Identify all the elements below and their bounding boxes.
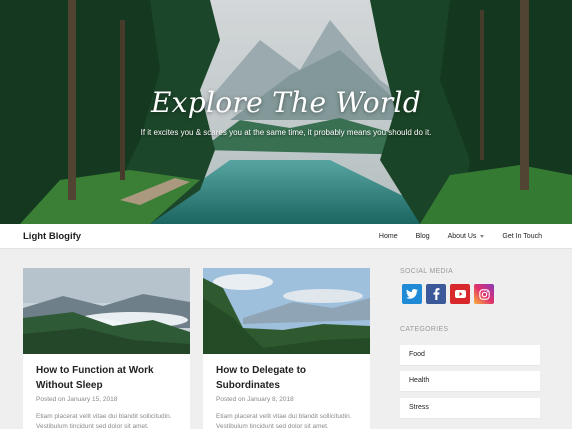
category-item-stress[interactable]: Stress xyxy=(400,398,540,418)
categories-heading: CATEGORIES xyxy=(400,326,449,333)
hero-title: Explore The World xyxy=(150,86,422,119)
post-title[interactable]: How to Function at Work Without Sleep xyxy=(36,363,181,393)
post-card[interactable]: How to Delegate to Subordinates Posted o… xyxy=(203,268,370,429)
post-date: Posted on January 8, 2018 xyxy=(216,396,294,403)
nav-item-label: Get In Touch xyxy=(502,233,542,240)
post-excerpt: Etiam placerat velit vitae dui blandit s… xyxy=(36,413,172,429)
post-date: Posted on January 15, 2018 xyxy=(36,396,118,403)
mountain-photo xyxy=(23,268,190,354)
chevron-down-icon xyxy=(480,235,485,238)
youtube-icon[interactable] xyxy=(450,284,470,304)
instagram-icon[interactable] xyxy=(474,284,494,304)
nav-item-label: Blog xyxy=(415,233,430,240)
forest-valley-photo xyxy=(203,268,370,354)
hero-banner: Explore The World If it excites you & sc… xyxy=(0,0,572,224)
nav-item-label: Home xyxy=(378,233,398,240)
site-brand[interactable]: Light Blogify xyxy=(23,231,81,242)
social-links xyxy=(402,284,494,304)
post-excerpt: Etiam placerat velit vitae dui blandit s… xyxy=(216,413,352,429)
post-thumbnail[interactable] xyxy=(23,268,190,354)
post-title[interactable]: How to Delegate to Subordinates xyxy=(216,363,361,393)
nav-item-label: About Us xyxy=(447,233,477,240)
nav-item-home[interactable]: Home xyxy=(379,233,398,240)
facebook-icon[interactable] xyxy=(426,284,446,304)
hero-subtitle: If it excites you & scares you at the sa… xyxy=(140,128,432,137)
main-menu: Home Blog About Us Get In Touch xyxy=(361,233,542,240)
post-card[interactable]: How to Function at Work Without Sleep Po… xyxy=(23,268,190,429)
nav-item-get-in-touch[interactable]: Get In Touch xyxy=(502,233,542,240)
nav-item-about-us[interactable]: About Us xyxy=(448,233,485,240)
category-item-health[interactable]: Health xyxy=(400,371,540,391)
twitter-icon[interactable] xyxy=(402,284,422,304)
main-navbar: Light Blogify Home Blog About Us Get In … xyxy=(0,224,572,249)
post-thumbnail[interactable] xyxy=(203,268,370,354)
category-item-food[interactable]: Food xyxy=(400,345,540,365)
social-media-heading: SOCIAL MEDIA xyxy=(400,268,454,275)
nav-item-blog[interactable]: Blog xyxy=(416,233,430,240)
